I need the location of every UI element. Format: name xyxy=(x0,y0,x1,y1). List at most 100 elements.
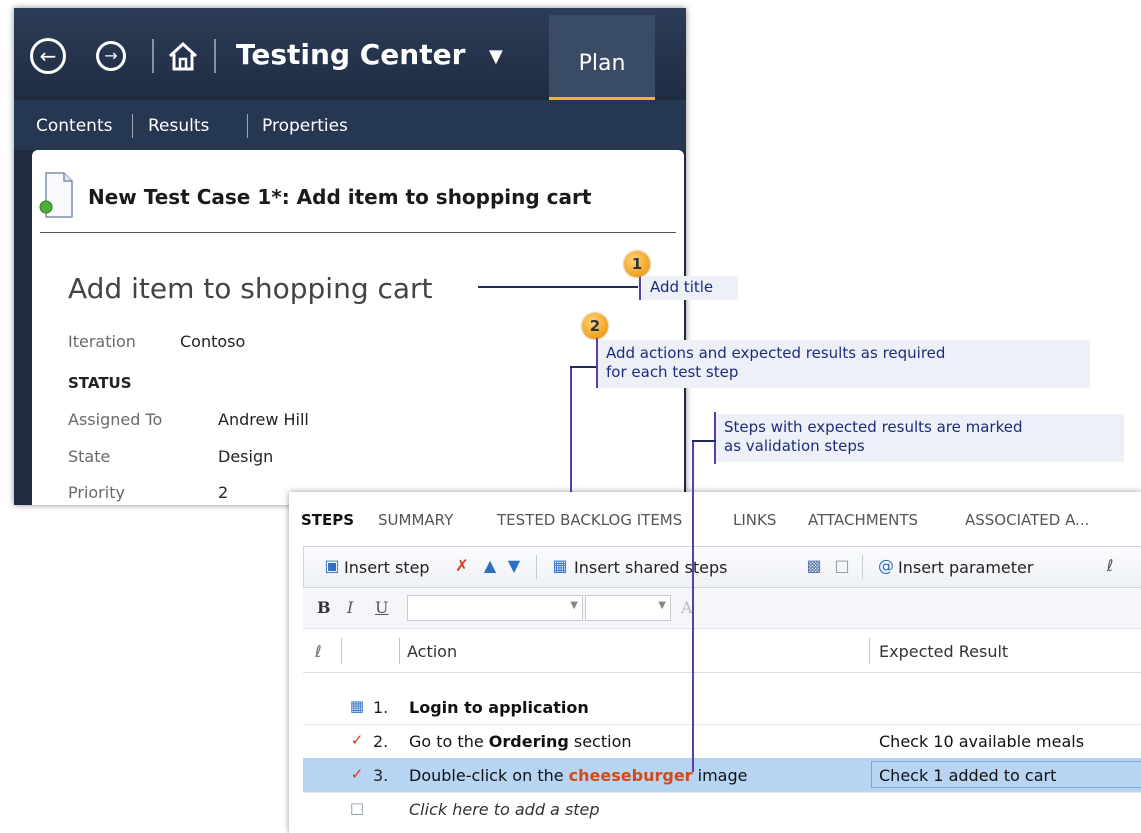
home-icon[interactable] xyxy=(166,39,200,73)
move-down-icon[interactable]: ▼ xyxy=(504,556,524,576)
insert-shared-steps-button[interactable]: Insert shared steps xyxy=(574,558,728,577)
steps-grid-header: ℓ Action Expected Result xyxy=(303,630,1141,673)
step-action-text: section xyxy=(568,732,632,751)
create-shared-steps-icon[interactable]: ▩ xyxy=(804,556,824,576)
subnav-separator xyxy=(247,114,248,138)
step-action[interactable]: Double-click on the cheeseburger image xyxy=(409,766,747,785)
font-color-icon[interactable]: A xyxy=(681,598,693,617)
callout-1-text: Add title xyxy=(642,276,738,300)
step-action-text: image xyxy=(692,766,748,785)
steps-panel: STEPS SUMMARY TESTED BACKLOG ITEMS LINKS… xyxy=(289,492,1141,833)
move-up-icon[interactable]: ▲ xyxy=(480,556,500,576)
action-column-header[interactable]: Action xyxy=(407,642,457,661)
callout-2-text: Add actions and expected results as requ… xyxy=(598,340,1090,388)
new-step-icon: □ xyxy=(349,799,365,817)
chevron-down-icon: ▼ xyxy=(570,600,578,611)
assigned-to-value[interactable]: Andrew Hill xyxy=(218,410,309,429)
test-case-document-icon xyxy=(39,172,73,218)
priority-value[interactable]: 2 xyxy=(218,483,228,502)
step-action-text: Go to the xyxy=(409,732,489,751)
tab-links[interactable]: LINKS xyxy=(733,511,776,529)
step-action-bold: Ordering xyxy=(488,732,569,751)
column-separator xyxy=(399,638,400,664)
open-shared-steps-icon[interactable]: □ xyxy=(832,556,852,576)
bold-button[interactable]: B xyxy=(317,598,331,617)
add-step-prompt[interactable]: Click here to add a step xyxy=(409,800,600,819)
subnav-contents[interactable]: Contents xyxy=(36,116,112,136)
testing-center-window: ← → Testing Center ▼ Plan Contents Resul… xyxy=(14,8,686,505)
table-row-selected[interactable]: ✓ 3. Double-click on the cheeseburger im… xyxy=(303,758,1141,793)
toolbar-separator xyxy=(536,555,537,579)
table-row[interactable]: ▦ 1. Login to application xyxy=(303,690,1141,725)
step-number: 3. xyxy=(373,766,389,785)
step-action[interactable]: Go to the Ordering section xyxy=(409,732,632,751)
italic-button[interactable]: I xyxy=(347,598,353,617)
validation-step-icon: ✓ xyxy=(350,765,364,783)
tab-summary[interactable]: SUMMARY xyxy=(378,511,453,529)
nav-separator xyxy=(214,39,216,73)
chevron-down-icon[interactable]: ▼ xyxy=(489,46,503,67)
status-heading: STATUS xyxy=(68,374,132,392)
app-title: Testing Center xyxy=(236,38,466,71)
tab-tested-backlog-items[interactable]: TESTED BACKLOG ITEMS xyxy=(497,511,682,529)
callout-2-pointer xyxy=(570,366,596,368)
table-row[interactable]: ✓ 2. Go to the Ordering section Check 10… xyxy=(303,724,1141,759)
callout-1-leader xyxy=(478,286,638,288)
priority-label: Priority xyxy=(68,483,125,502)
step-action-text: Double-click on the xyxy=(409,766,569,785)
callout-3-pointer xyxy=(692,440,694,772)
insert-step-button[interactable]: Insert step xyxy=(344,558,430,577)
forward-arrow-icon[interactable]: → xyxy=(96,41,126,71)
state-label: State xyxy=(68,447,111,466)
callout-3-text: Steps with expected results are marked a… xyxy=(716,414,1124,462)
iteration-label: Iteration xyxy=(68,332,136,351)
tab-plan[interactable]: Plan xyxy=(549,15,655,100)
card-title: New Test Case 1*: Add item to shopping c… xyxy=(88,185,592,209)
callout-3-line1: Steps with expected results are marked xyxy=(724,418,1023,436)
divider xyxy=(40,232,676,233)
step-number: 2. xyxy=(373,732,389,751)
subnav-separator xyxy=(132,114,133,138)
title-bar: ← → Testing Center ▼ Plan xyxy=(14,8,686,100)
tab-attachments[interactable]: ATTACHMENTS xyxy=(808,511,918,529)
attachment-icon[interactable]: ℓ xyxy=(1100,556,1120,576)
step-expected-result[interactable]: Check 1 added to cart xyxy=(879,766,1056,785)
callout-2-line1: Add actions and expected results as requ… xyxy=(606,344,946,362)
tab-steps[interactable]: STEPS xyxy=(301,511,354,529)
insert-parameter-button[interactable]: Insert parameter xyxy=(898,558,1033,577)
underline-button[interactable]: U xyxy=(375,598,388,617)
callout-3-pointer xyxy=(692,440,716,442)
step-number: 1. xyxy=(373,698,389,717)
sub-navigation: Contents Results Properties xyxy=(14,100,686,150)
add-step-row[interactable]: □ Click here to add a step xyxy=(303,792,1141,826)
shared-steps-icon: ▦ xyxy=(349,697,365,715)
step-expected-result[interactable]: Check 10 available meals xyxy=(879,732,1084,751)
subnav-properties[interactable]: Properties xyxy=(262,116,348,136)
insert-shared-steps-icon[interactable]: ▦ xyxy=(550,556,570,576)
chevron-down-icon: ▼ xyxy=(658,600,666,611)
format-toolbar: B I U ▼ ▼ A xyxy=(303,588,1141,629)
column-separator xyxy=(869,638,870,664)
font-size-select[interactable]: ▼ xyxy=(585,595,671,621)
expected-result-column-header[interactable]: Expected Result xyxy=(879,642,1008,661)
delete-step-icon[interactable]: ✗ xyxy=(452,556,472,576)
toolbar-separator xyxy=(862,555,863,579)
steps-toolbar: ▣ Insert step ✗ ▲ ▼ ▦ Insert shared step… xyxy=(303,546,1141,588)
back-arrow-icon[interactable]: ← xyxy=(30,38,66,74)
tab-plan-label: Plan xyxy=(578,51,626,76)
insert-parameter-icon[interactable]: @ xyxy=(876,556,896,576)
work-item-title[interactable]: Add item to shopping cart xyxy=(68,272,433,305)
font-family-select[interactable]: ▼ xyxy=(407,595,583,621)
iteration-value[interactable]: Contoso xyxy=(180,332,245,351)
insert-step-icon[interactable]: ▣ xyxy=(322,556,342,576)
validation-step-icon: ✓ xyxy=(350,731,364,749)
subnav-results[interactable]: Results xyxy=(148,116,209,136)
column-separator xyxy=(341,638,342,664)
assigned-to-label: Assigned To xyxy=(68,410,163,429)
callout-3-line2: as validation steps xyxy=(724,437,865,455)
state-value[interactable]: Design xyxy=(218,447,273,466)
callout-1-badge: 1 xyxy=(624,251,650,277)
tab-associated[interactable]: ASSOCIATED A... xyxy=(965,511,1089,529)
step-action[interactable]: Login to application xyxy=(409,698,589,717)
callout-1-leader xyxy=(639,274,641,300)
